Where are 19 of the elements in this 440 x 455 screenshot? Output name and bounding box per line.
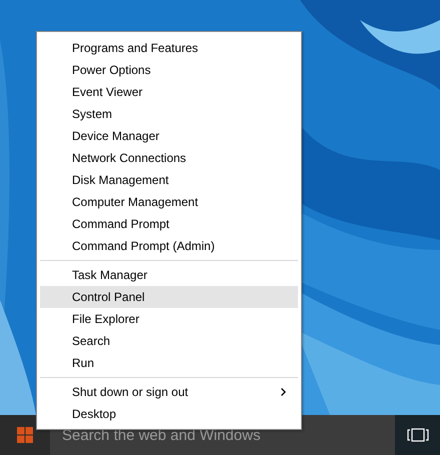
menu-item[interactable]: Network Connections bbox=[40, 147, 298, 169]
menu-item[interactable]: Run bbox=[40, 352, 298, 374]
menu-item[interactable]: File Explorer bbox=[40, 308, 298, 330]
menu-item[interactable]: Event Viewer bbox=[40, 81, 298, 103]
menu-item[interactable]: Command Prompt (Admin) bbox=[40, 235, 298, 257]
menu-item[interactable]: Shut down or sign out bbox=[40, 381, 298, 403]
menu-item[interactable]: Search bbox=[40, 330, 298, 352]
windows-logo-icon bbox=[17, 427, 33, 443]
menu-item[interactable]: Device Manager bbox=[40, 125, 298, 147]
menu-item[interactable]: Computer Management bbox=[40, 191, 298, 213]
task-view-icon bbox=[406, 428, 428, 442]
menu-item[interactable]: Control Panel bbox=[40, 286, 298, 308]
menu-item[interactable]: Command Prompt bbox=[40, 213, 298, 235]
menu-item[interactable]: System bbox=[40, 103, 298, 125]
menu-item[interactable]: Power Options bbox=[40, 59, 298, 81]
menu-item[interactable]: Task Manager bbox=[40, 264, 298, 286]
menu-item[interactable]: Programs and Features bbox=[40, 37, 298, 59]
menu-item[interactable]: Disk Management bbox=[40, 169, 298, 191]
task-view-button[interactable] bbox=[395, 415, 440, 455]
